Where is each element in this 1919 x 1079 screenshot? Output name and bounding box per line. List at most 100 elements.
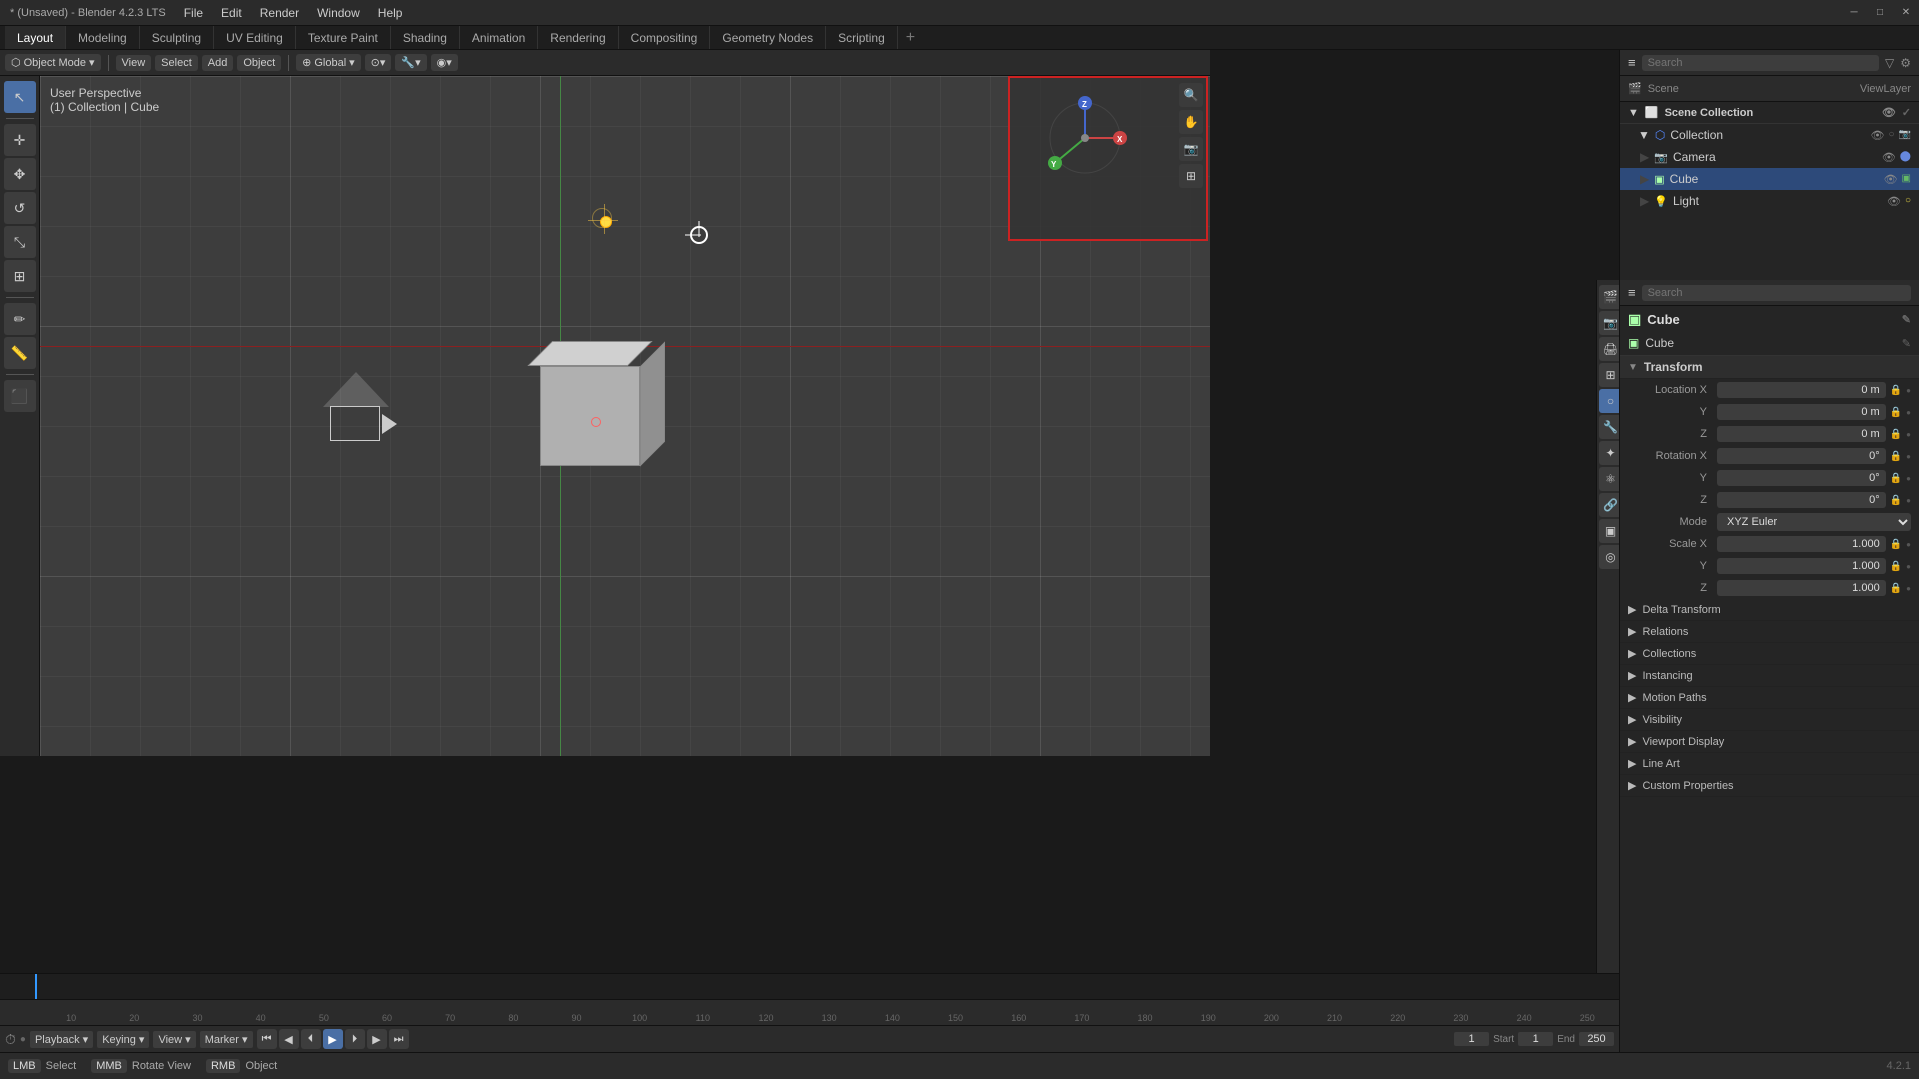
play-button[interactable]: ▶ xyxy=(323,1029,343,1049)
playback-menu[interactable]: Playback ▾ xyxy=(30,1031,93,1048)
pivot-point[interactable]: ⊙▾ xyxy=(365,54,392,71)
gizmo-grid-button[interactable]: ⊞ xyxy=(1179,164,1203,188)
scale-x-lock[interactable]: 🔒 xyxy=(1890,539,1902,550)
next-frame-button[interactable]: ▶ xyxy=(367,1029,387,1049)
rotation-mode-select[interactable]: XYZ Euler XZY Euler YXZ Euler Quaternion xyxy=(1717,513,1911,531)
location-z-anim[interactable]: ● xyxy=(1906,430,1911,439)
proportional-edit[interactable]: ◉▾ xyxy=(431,54,458,71)
collections-section[interactable]: ▶ Collections xyxy=(1620,643,1919,665)
scale-z-value[interactable]: 1.000 xyxy=(1717,580,1886,596)
rotate-tool-button[interactable]: ↺ xyxy=(4,192,36,224)
tab-animation[interactable]: Animation xyxy=(460,26,538,49)
transform-tool-button[interactable]: ⊞ xyxy=(4,260,36,292)
tab-geometry-nodes[interactable]: Geometry Nodes xyxy=(710,26,826,49)
cube-object[interactable] xyxy=(530,356,650,476)
tab-rendering[interactable]: Rendering xyxy=(538,26,618,49)
scale-y-value[interactable]: 1.000 xyxy=(1717,558,1886,574)
prev-frame-button[interactable]: ◀ xyxy=(279,1029,299,1049)
rotation-z-lock[interactable]: 🔒 xyxy=(1890,495,1902,506)
menu-render[interactable]: Render xyxy=(252,4,307,22)
gizmo-zoom-button[interactable]: 🔍 xyxy=(1179,83,1203,107)
minimize-button[interactable]: ─ xyxy=(1841,0,1867,26)
location-x-value[interactable]: 0 m xyxy=(1717,382,1886,398)
location-y-anim[interactable]: ● xyxy=(1906,408,1911,417)
collection-render[interactable]: 📷 xyxy=(1899,129,1911,142)
location-y-value[interactable]: 0 m xyxy=(1717,404,1886,420)
object-name-edit-icon[interactable]: ✎ xyxy=(1902,313,1911,326)
mode-dropdown[interactable]: ⬡ Object Mode ▾ xyxy=(5,54,101,71)
light-eye[interactable]: 👁 xyxy=(1887,195,1901,208)
tab-layout[interactable]: Layout xyxy=(5,26,66,49)
scale-x-value[interactable]: 1.000 xyxy=(1717,536,1886,552)
object-menu[interactable]: Object xyxy=(237,55,281,71)
collection-viewport[interactable]: ○ xyxy=(1889,129,1895,142)
tab-texture-paint[interactable]: Texture Paint xyxy=(296,26,391,49)
scale-x-anim[interactable]: ● xyxy=(1906,540,1911,549)
annotate-tool-button[interactable]: ✏ xyxy=(4,303,36,335)
delta-transform-section[interactable]: ▶ Delta Transform xyxy=(1620,599,1919,621)
light-type-icon[interactable]: ○ xyxy=(1905,195,1911,208)
snap-toggle[interactable]: 🔧▾ xyxy=(395,54,426,71)
move-tool-button[interactable]: ✥ xyxy=(4,158,36,190)
outliner-collection[interactable]: ▼ ⬡ Collection 👁 ○ 📷 xyxy=(1620,124,1919,146)
tab-uv-editing[interactable]: UV Editing xyxy=(214,26,296,49)
tab-modeling[interactable]: Modeling xyxy=(66,26,140,49)
rotation-y-lock[interactable]: 🔒 xyxy=(1890,473,1902,484)
view-menu[interactable]: View xyxy=(116,55,152,71)
tab-sculpting[interactable]: Sculpting xyxy=(140,26,214,49)
prev-keyframe-button[interactable]: ⏴ xyxy=(301,1029,321,1049)
location-z-lock[interactable]: 🔒 xyxy=(1890,429,1902,440)
add-workspace-button[interactable]: + xyxy=(898,29,923,47)
maximize-button[interactable]: □ xyxy=(1867,0,1893,26)
location-z-value[interactable]: 0 m xyxy=(1717,426,1886,442)
gizmo-camera-button[interactable]: 📷 xyxy=(1179,137,1203,161)
rotation-y-anim[interactable]: ● xyxy=(1906,474,1911,483)
properties-search-input[interactable] xyxy=(1642,285,1911,301)
rotation-x-anim[interactable]: ● xyxy=(1906,452,1911,461)
location-x-anim[interactable]: ● xyxy=(1906,386,1911,395)
cube-eye[interactable]: 👁 xyxy=(1884,173,1898,186)
timeline-strip[interactable] xyxy=(0,973,1619,999)
end-frame-input[interactable]: 250 xyxy=(1579,1032,1614,1046)
collection-eye[interactable]: 👁 xyxy=(1871,129,1885,142)
menu-file[interactable]: File xyxy=(176,4,211,22)
scale-z-anim[interactable]: ● xyxy=(1906,584,1911,593)
instancing-section[interactable]: ▶ Instancing xyxy=(1620,665,1919,687)
add-cube-button[interactable]: ⬛ xyxy=(4,380,36,412)
camera-type-icon[interactable]: ⬤ xyxy=(1900,151,1911,164)
scale-y-anim[interactable]: ● xyxy=(1906,562,1911,571)
measure-tool-button[interactable]: 📏 xyxy=(4,337,36,369)
outliner-camera[interactable]: ▶ 📷 Camera 👁 ⬤ xyxy=(1620,146,1919,168)
scale-y-lock[interactable]: 🔒 xyxy=(1890,561,1902,572)
location-x-lock[interactable]: 🔒 xyxy=(1890,385,1902,396)
scale-z-lock[interactable]: 🔒 xyxy=(1890,583,1902,594)
outliner-light[interactable]: ▶ 💡 Light 👁 ○ xyxy=(1620,190,1919,212)
tab-scripting[interactable]: Scripting xyxy=(826,26,898,49)
sub-name-edit-icon[interactable]: ✎ xyxy=(1902,337,1911,350)
outliner-search-input[interactable] xyxy=(1642,55,1879,71)
transform-section-header[interactable]: ▼ Transform xyxy=(1620,356,1919,379)
viewport-display-section[interactable]: ▶ Viewport Display xyxy=(1620,731,1919,753)
transform-global[interactable]: ⊕ Global ▾ xyxy=(296,54,361,71)
outliner-options-icon[interactable]: ⚙ xyxy=(1900,56,1911,70)
custom-properties-section[interactable]: ▶ Custom Properties xyxy=(1620,775,1919,797)
add-menu[interactable]: Add xyxy=(202,55,234,71)
rotation-y-value[interactable]: 0° xyxy=(1717,470,1886,486)
next-keyframe-button[interactable]: ⏵ xyxy=(345,1029,365,1049)
motion-paths-section[interactable]: ▶ Motion Paths xyxy=(1620,687,1919,709)
outliner-filter-icon[interactable]: ▽ xyxy=(1885,56,1894,70)
menu-help[interactable]: Help xyxy=(370,4,411,22)
cursor-tool-button[interactable]: ✛ xyxy=(4,124,36,156)
current-frame-input[interactable]: 1 xyxy=(1454,1032,1489,1046)
menu-window[interactable]: Window xyxy=(309,4,368,22)
scene-collection-exclude[interactable]: ✓ xyxy=(1902,106,1911,119)
rotation-z-value[interactable]: 0° xyxy=(1717,492,1886,508)
line-art-section[interactable]: ▶ Line Art xyxy=(1620,753,1919,775)
rotation-x-value[interactable]: 0° xyxy=(1717,448,1886,464)
cube-mesh-type-icon[interactable]: ▣ xyxy=(1902,173,1911,186)
collection-expand[interactable]: ▼ xyxy=(1638,128,1650,142)
keying-menu[interactable]: Keying ▾ xyxy=(97,1031,149,1048)
rotation-z-anim[interactable]: ● xyxy=(1906,496,1911,505)
timeline-view-menu[interactable]: View ▾ xyxy=(153,1031,195,1048)
select-tool-button[interactable]: ↖ xyxy=(4,81,36,113)
